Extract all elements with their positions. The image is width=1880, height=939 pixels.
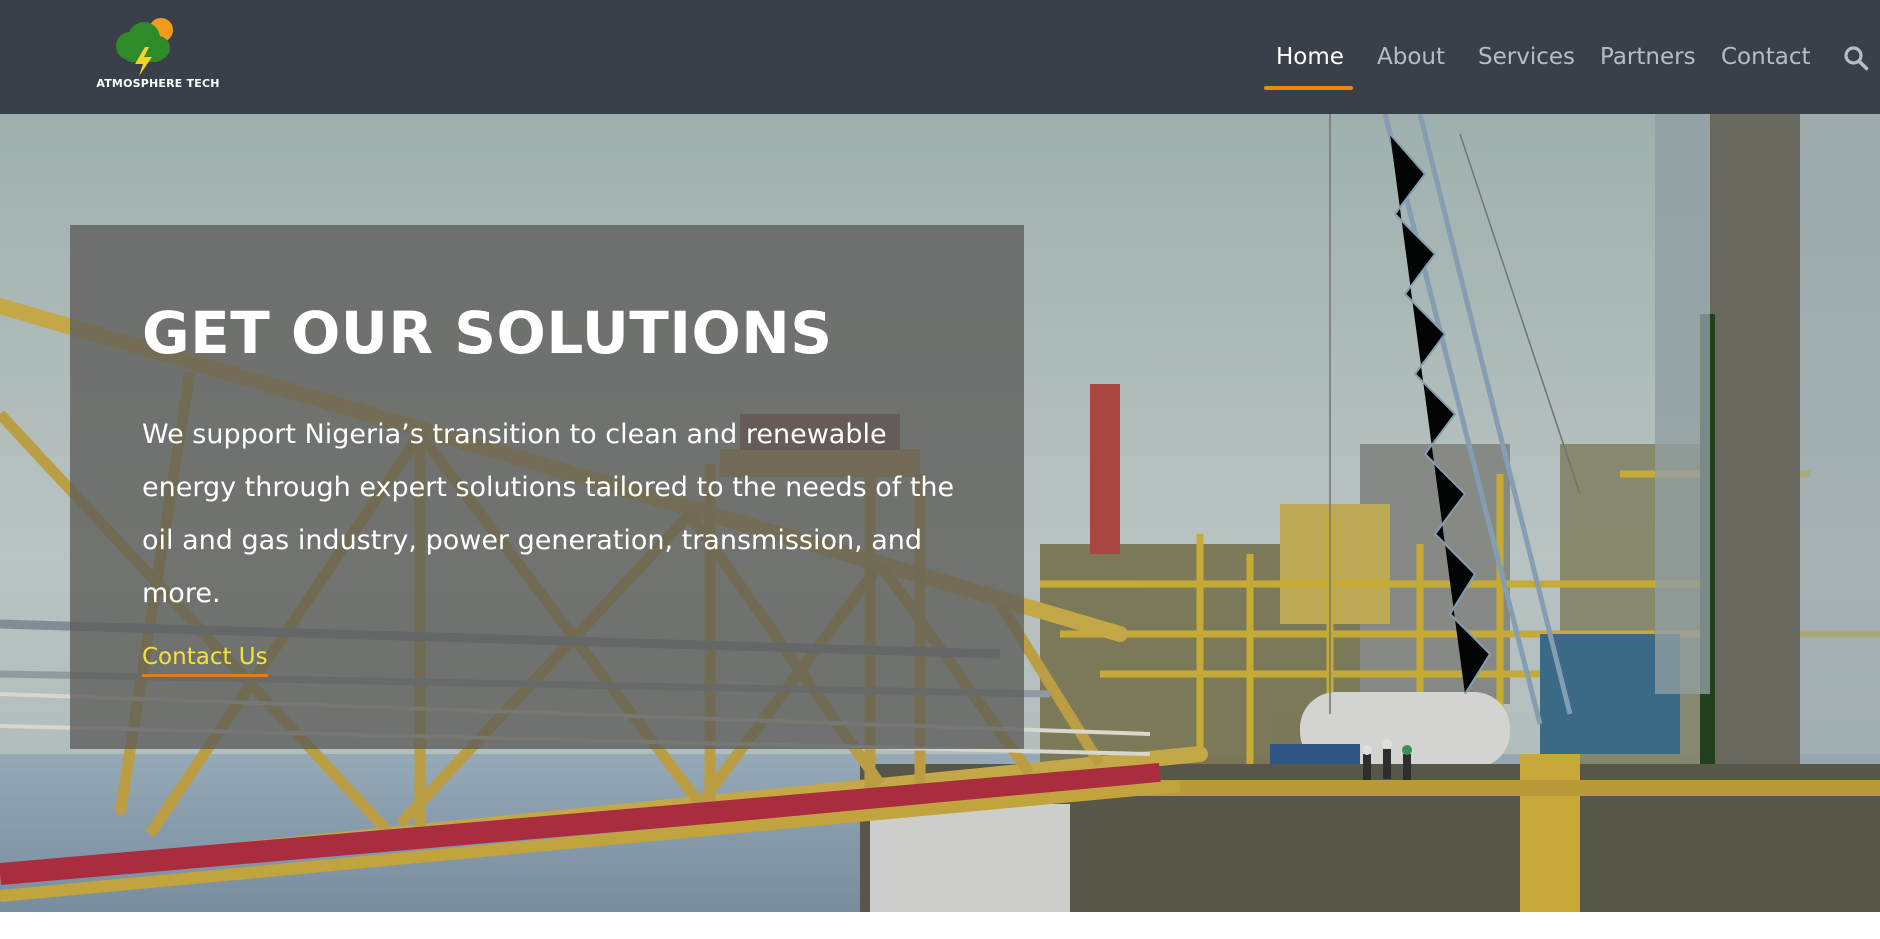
- hero-section: GET OUR SOLUTIONS We support Nigeria’s t…: [0, 114, 1880, 912]
- hero-description: We support Nigeria’s transition to clean…: [142, 419, 955, 609]
- nav-home[interactable]: Home: [1276, 44, 1344, 70]
- page-bottom-edge: [0, 912, 1880, 939]
- nav-active-indicator: [1264, 86, 1353, 90]
- search-button[interactable]: [1843, 45, 1869, 71]
- hero-card: GET OUR SOLUTIONS We support Nigeria’s t…: [70, 225, 1024, 749]
- storm-cloud-sun-lightning-icon: [116, 18, 173, 76]
- brand-logo[interactable]: ATMOSPHERE TECH: [88, 16, 228, 90]
- hero-title: GET OUR SOLUTIONS: [142, 299, 833, 367]
- brand-name: ATMOSPHERE TECH: [96, 77, 220, 90]
- contact-us-link[interactable]: Contact Us: [142, 644, 268, 677]
- nav-contact[interactable]: Contact: [1721, 44, 1810, 70]
- search-icon: [1844, 46, 1869, 71]
- nav-partners[interactable]: Partners: [1600, 44, 1696, 70]
- nav-services[interactable]: Services: [1478, 44, 1575, 70]
- nav-about[interactable]: About: [1377, 44, 1445, 70]
- site-header: ATMOSPHERE TECH Home About Services Part…: [0, 0, 1880, 114]
